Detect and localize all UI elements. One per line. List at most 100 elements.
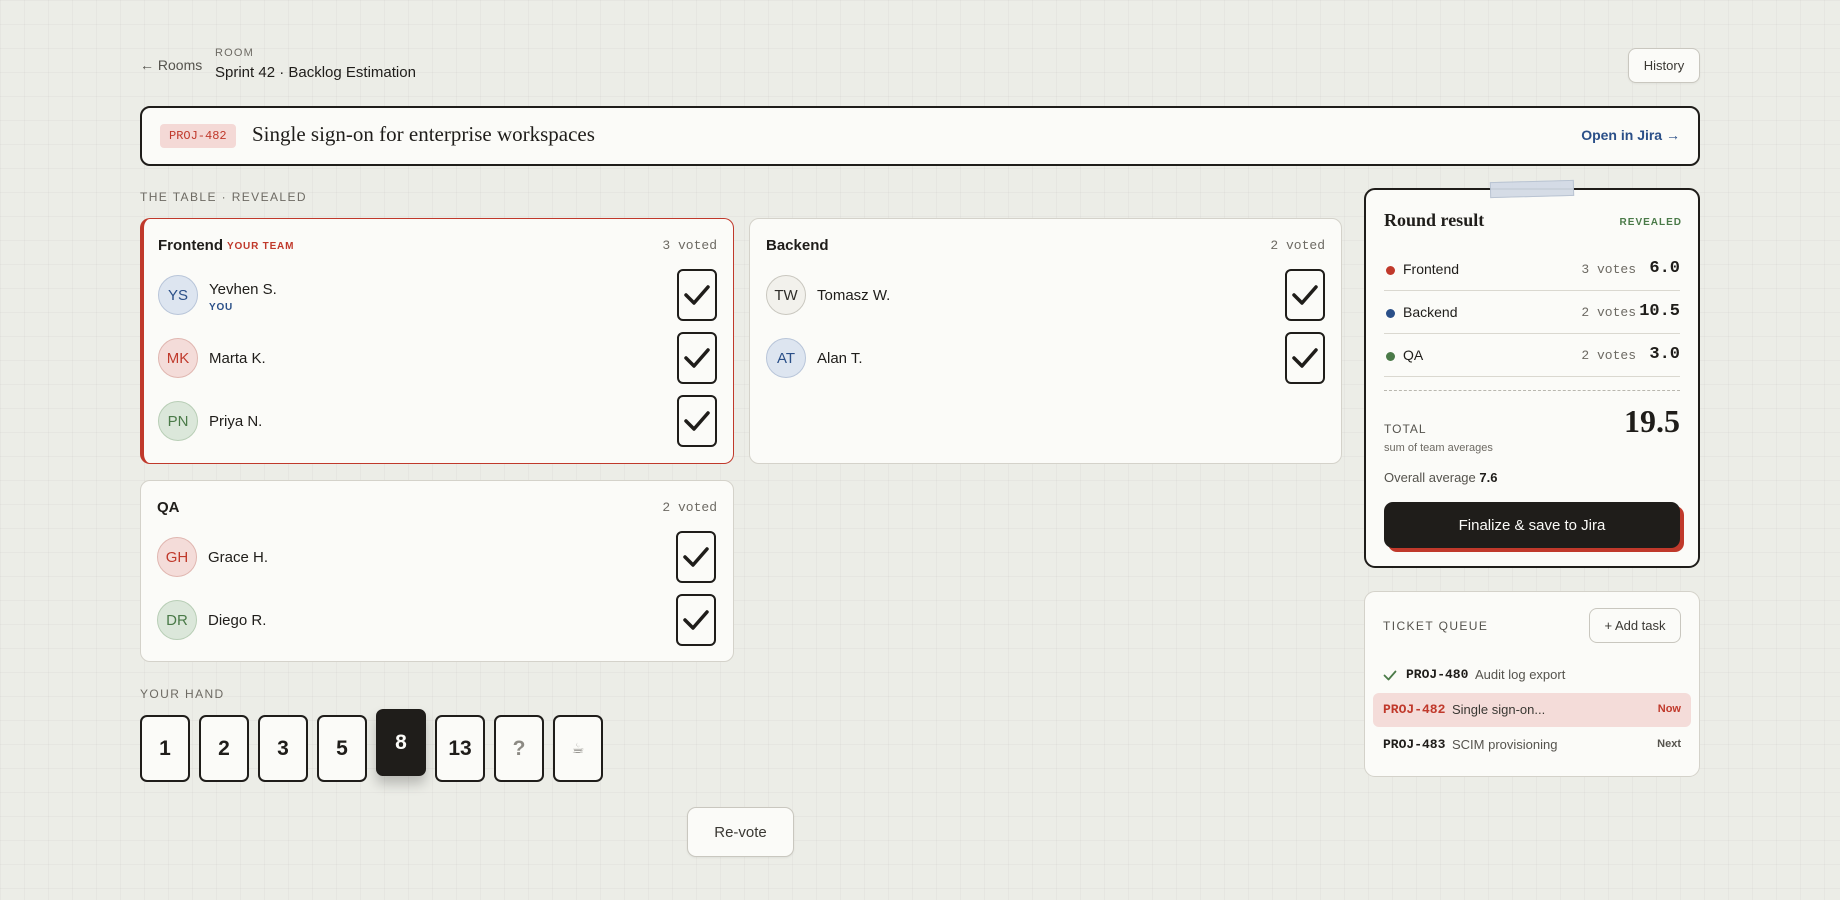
result-team-name: Backend <box>1403 304 1458 320</box>
total-value: 19.5 <box>1624 403 1680 439</box>
queue-status-next: Next <box>1657 738 1681 750</box>
history-button[interactable]: History <box>1628 48 1700 83</box>
result-team-name: QA <box>1403 347 1424 363</box>
divider <box>1384 390 1680 391</box>
hand-card-13[interactable]: 13 <box>435 715 485 782</box>
avatar: PN <box>158 401 198 441</box>
result-row-qa: QA 2 votes 3.0 <box>1384 334 1680 377</box>
vote-card-voted <box>677 332 717 384</box>
team-color-dot <box>1386 352 1395 361</box>
tape-decoration <box>1489 179 1575 199</box>
avatar: YS <box>158 275 198 315</box>
voted-count: 2 voted <box>662 500 717 515</box>
hand-card-question[interactable]: ? <box>494 715 544 782</box>
checkmark-icon <box>683 610 709 630</box>
result-team-name: Frontend <box>1403 261 1460 277</box>
room-label: ROOM <box>215 47 255 59</box>
checkmark-icon <box>684 348 710 368</box>
hand-card-1[interactable]: 1 <box>140 715 190 782</box>
voted-count: 3 voted <box>662 238 717 253</box>
ticket-id-badge: PROJ-482 <box>160 124 236 148</box>
hand-card-8-selected[interactable]: 8 <box>376 709 426 776</box>
queue-ticket-id: PROJ-483 <box>1383 737 1446 752</box>
table-section-label: THE TABLE · REVEALED <box>140 190 307 204</box>
team-name: Frontend <box>158 237 223 254</box>
add-task-button[interactable]: + Add task <box>1589 608 1681 643</box>
checkmark-icon <box>1292 348 1318 368</box>
back-to-rooms-link[interactable]: ← Rooms <box>140 57 202 73</box>
finalize-save-button[interactable]: Finalize & save to Jira <box>1384 502 1680 548</box>
revote-button[interactable]: Re-vote <box>687 807 794 857</box>
ticket-queue-panel: TICKET QUEUE + Add task PROJ-480 Audit l… <box>1364 591 1700 777</box>
team-color-dot <box>1386 309 1395 318</box>
team-card-frontend: Frontend YOUR TEAM 3 voted YS Yevhen S. … <box>140 218 734 464</box>
result-average: 10.5 <box>1639 302 1680 321</box>
result-votes: 2 votes <box>1581 305 1636 320</box>
member-name: Yevhen S. <box>209 281 277 298</box>
queue-item-next[interactable]: PROJ-483 SCIM provisioning Next <box>1373 728 1691 762</box>
result-average: 3.0 <box>1649 345 1680 364</box>
result-row-backend: Backend 2 votes 10.5 <box>1384 291 1680 334</box>
queue-item-done[interactable]: PROJ-480 Audit log export <box>1373 658 1691 692</box>
ticket-queue-label: TICKET QUEUE <box>1383 619 1489 633</box>
queue-item-now[interactable]: PROJ-482 Single sign-on... Now <box>1373 693 1691 727</box>
overall-average-label: Overall average <box>1384 470 1476 485</box>
ticket-title: Single sign-on for enterprise workspaces <box>252 122 595 146</box>
vote-card-voted <box>677 395 717 447</box>
checkmark-icon <box>684 411 710 431</box>
result-votes: 3 votes <box>1581 262 1636 277</box>
total-subtitle: sum of team averages <box>1384 442 1493 454</box>
team-card-qa: QA 2 voted GH Grace H. DR Diego R. <box>140 480 734 662</box>
overall-average: Overall average 7.6 <box>1384 470 1497 485</box>
voted-count: 2 voted <box>1270 238 1325 253</box>
hand-card-5[interactable]: 5 <box>317 715 367 782</box>
checkmark-icon <box>1292 285 1318 305</box>
overall-average-value: 7.6 <box>1479 470 1498 485</box>
member-name: Grace H. <box>208 549 269 566</box>
member-name: Marta K. <box>209 350 266 367</box>
vote-card-voted <box>1285 269 1325 321</box>
you-tag: YOU <box>209 302 234 313</box>
vote-card-voted <box>676 594 716 646</box>
revealed-badge: REVEALED <box>1619 217 1682 228</box>
queue-status-now: Now <box>1657 703 1681 715</box>
checkmark-icon <box>1383 670 1397 681</box>
queue-ticket-id: PROJ-482 <box>1383 702 1446 717</box>
your-team-tag: YOUR TEAM <box>227 241 295 252</box>
avatar: DR <box>157 600 197 640</box>
avatar: MK <box>158 338 198 378</box>
member-name: Diego R. <box>208 612 267 629</box>
team-name: Backend <box>766 237 829 254</box>
result-votes: 2 votes <box>1581 348 1636 363</box>
vote-card-voted <box>676 531 716 583</box>
team-card-backend: Backend 2 voted TW Tomasz W. AT Alan T. <box>749 218 1342 464</box>
queue-ticket-title: Audit log export <box>1475 667 1566 682</box>
hand-card-coffee[interactable]: ☕ <box>553 715 603 782</box>
checkmark-icon <box>684 285 710 305</box>
total-label: TOTAL <box>1384 422 1427 436</box>
member-name: Tomasz W. <box>817 287 891 304</box>
member-name: Alan T. <box>817 350 863 367</box>
open-in-jira-link[interactable]: Open in Jira → <box>1581 127 1680 143</box>
checkmark-icon <box>683 547 709 567</box>
result-average: 6.0 <box>1649 259 1680 278</box>
queue-ticket-title: SCIM provisioning <box>1452 737 1558 752</box>
result-row-frontend: Frontend 3 votes 6.0 <box>1384 248 1680 291</box>
avatar: TW <box>766 275 806 315</box>
queue-ticket-id: PROJ-480 <box>1406 667 1469 682</box>
room-title: Sprint 42 · Backlog Estimation <box>215 64 416 81</box>
round-result-panel: Round result REVEALED Frontend 3 votes 6… <box>1364 188 1700 568</box>
hand-card-2[interactable]: 2 <box>199 715 249 782</box>
current-ticket-bar: PROJ-482 Single sign-on for enterprise w… <box>140 106 1700 166</box>
member-name: Priya N. <box>209 413 263 430</box>
avatar: GH <box>157 537 197 577</box>
your-hand-label: YOUR HAND <box>140 687 225 701</box>
queue-ticket-title: Single sign-on... <box>1452 702 1546 717</box>
hand-card-3[interactable]: 3 <box>258 715 308 782</box>
team-name: QA <box>157 499 180 516</box>
team-color-dot <box>1386 266 1395 275</box>
avatar: AT <box>766 338 806 378</box>
vote-card-voted <box>677 269 717 321</box>
round-result-title: Round result <box>1384 210 1485 230</box>
vote-card-voted <box>1285 332 1325 384</box>
